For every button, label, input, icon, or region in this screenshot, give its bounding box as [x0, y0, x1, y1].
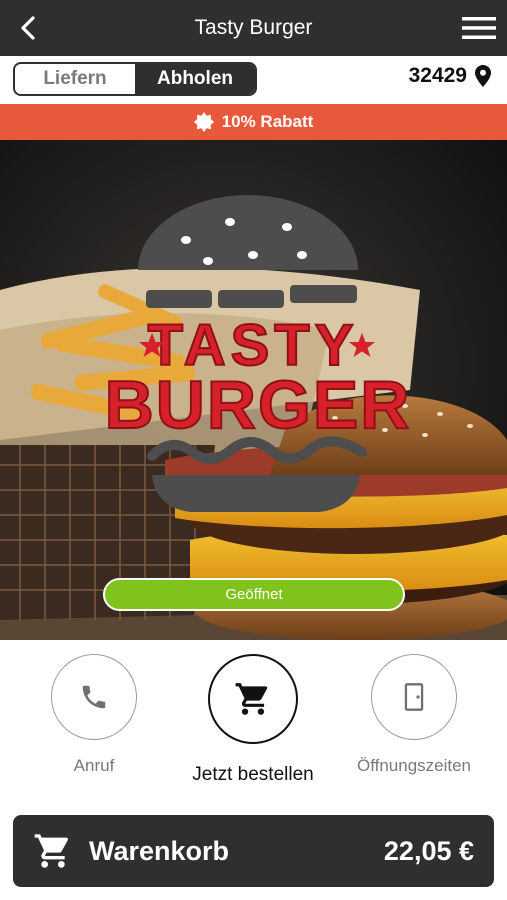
back-button[interactable] [14, 14, 42, 42]
delivery-option[interactable]: Liefern [15, 64, 135, 94]
app-header: Tasty Burger [0, 0, 507, 56]
opening-hours-button[interactable] [371, 654, 457, 740]
discount-text: 10% Rabatt [221, 112, 314, 131]
door-icon [404, 683, 424, 711]
page-title: Tasty Burger [194, 16, 313, 39]
phone-icon [82, 685, 106, 709]
order-now-action[interactable]: Jetzt bestellen [189, 654, 317, 786]
opening-hours-label: Öffnungszeiten [356, 756, 472, 775]
cart-icon [34, 834, 69, 868]
order-now-button[interactable] [208, 654, 298, 744]
pickup-option[interactable]: Abholen [135, 64, 255, 94]
discount-badge-icon [193, 112, 214, 132]
order-now-label: Jetzt bestellen [192, 764, 314, 785]
call-label: Anruf [73, 756, 115, 775]
restaurant-hero-image: TASTY BURGER [0, 140, 507, 640]
cart-button[interactable]: Warenkorb 22,05 € [13, 815, 494, 887]
call-action[interactable]: Anruf [51, 654, 137, 776]
logo-text-burger: BURGER [105, 367, 412, 443]
opening-hours-action[interactable]: Öffnungszeiten [355, 654, 473, 776]
shopping-cart-icon [235, 683, 268, 715]
cart-total: 22,05 € [383, 835, 474, 866]
menu-button[interactable] [461, 12, 497, 44]
order-mode-toggle[interactable]: Liefern Abholen [13, 62, 257, 96]
discount-banner: 10% Rabatt [0, 104, 507, 140]
call-button[interactable] [51, 654, 137, 740]
location-pin-icon [475, 65, 491, 87]
open-status-button[interactable]: Geöffnet [103, 578, 405, 611]
burger-photo: TASTY BURGER [0, 140, 507, 640]
zip-code: 32429 [408, 64, 467, 87]
hamburger-menu-icon [462, 17, 496, 39]
back-arrow-icon [21, 16, 35, 40]
location-selector[interactable]: 32429 [409, 64, 491, 88]
cart-label: Warenkorb [89, 835, 230, 866]
